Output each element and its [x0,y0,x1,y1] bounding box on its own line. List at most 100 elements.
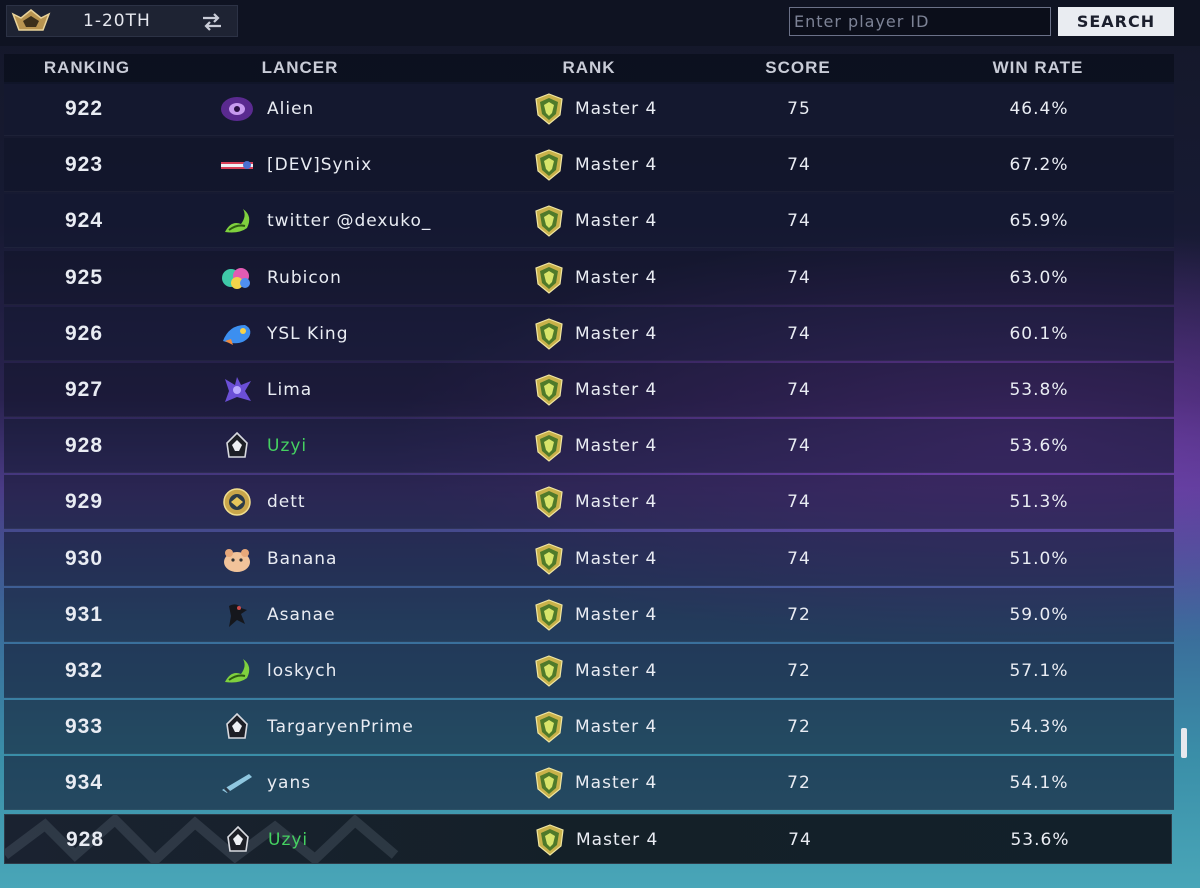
season-selector[interactable]: 1-20TH [6,5,238,37]
row-ranking: 923 [64,153,104,177]
self-player-name[interactable]: Uzyi [268,815,528,863]
flag-avatar [217,138,257,192]
master-rank-badge-icon [531,363,567,417]
row-ranking: 932 [64,658,104,682]
master-rank-badge-icon [531,588,567,642]
row-ranking: 928 [64,434,104,458]
row-player-name[interactable]: [DEV]Synix [267,138,527,192]
column-win-rate: WIN RATE [992,58,1084,77]
master-rank-badge-icon [532,815,568,863]
self-avatar [218,815,258,863]
row-player-name[interactable]: yans [267,756,527,810]
swap-icon[interactable] [201,12,223,32]
row-rank-tier: Master 4 [575,436,658,457]
table-row[interactable]: 933 TargaryenPrime Master 4 72 54.3% [4,700,1174,755]
table-row[interactable]: 928 Uzyi Master 4 74 53.6% [4,419,1174,474]
row-player-name[interactable]: Rubicon [267,251,527,305]
table-row[interactable]: 922 Alien Master 4 75 46.4% [4,82,1174,136]
row-player-name[interactable]: Asanae [267,588,527,642]
row-rank-tier: Master 4 [575,323,658,344]
table-row[interactable]: 926 YSL King Master 4 74 60.1% [4,306,1174,361]
master-rank-badge-icon [531,307,567,361]
hamster-avatar [217,532,257,586]
self-score: 74 [788,830,812,850]
row-player-name[interactable]: dett [267,475,527,529]
row-ranking: 926 [64,321,104,345]
colorful-creature-avatar [217,251,257,305]
self-win-rate: 53.6% [1010,830,1070,850]
table-header: RANKING LANCER RANK SCORE WIN RATE [4,54,1174,84]
scrollbar-thumb[interactable] [1181,728,1187,758]
master-rank-badge-icon [531,419,567,473]
table-row[interactable]: 932 loskych Master 4 72 57.1% [4,643,1174,698]
search-button[interactable]: SEARCH [1058,7,1174,36]
table-row[interactable]: 931 Asanae Master 4 72 59.0% [4,587,1174,642]
table-row[interactable]: 923 [DEV]Synix Master 4 74 67.2% [4,138,1174,193]
player-id-input[interactable] [789,7,1051,36]
row-score: 75 [787,99,811,119]
column-lancer: LANCER [261,58,339,77]
helmet-avatar [217,419,257,473]
row-player-name[interactable]: Alien [267,82,527,136]
row-player-name[interactable]: Banana [267,532,527,586]
master-rank-badge-icon [531,138,567,192]
row-player-name[interactable]: twitter @dexuko_ [267,194,527,248]
row-score: 72 [787,717,811,738]
row-ranking: 929 [64,490,104,514]
season-label: 1-20TH [83,11,151,31]
table-row[interactable]: 925 Rubicon Master 4 74 63.0% [4,250,1174,305]
row-win-rate: 63.0% [1009,267,1069,288]
row-ranking: 930 [64,546,104,570]
purple-orb-avatar [217,82,257,136]
green-dragon-avatar [217,644,257,698]
table-row[interactable]: 927 Lima Master 4 74 53.8% [4,362,1174,417]
row-score: 72 [787,604,811,625]
leaderboard-table: RANKING LANCER RANK SCORE WIN RATE 922 A… [4,54,1174,811]
row-ranking: 924 [64,209,104,233]
row-player-name[interactable]: YSL King [267,307,527,361]
table-row[interactable]: 930 Banana Master 4 74 51.0% [4,531,1174,586]
row-rank-tier: Master 4 [575,99,658,119]
gold-emblem-avatar [217,475,257,529]
row-ranking: 925 [64,265,104,289]
row-score: 72 [787,773,811,794]
row-win-rate: 53.8% [1009,379,1069,400]
row-ranking: 934 [64,771,104,795]
table-body: 922 Alien Master 4 75 46.4% 923 [DEV]Syn… [4,82,1174,812]
row-win-rate: 57.1% [1009,660,1069,681]
row-player-name[interactable]: loskych [267,644,527,698]
row-win-rate: 51.0% [1009,548,1069,569]
row-win-rate: 46.4% [1009,99,1069,119]
row-score: 74 [787,436,811,457]
table-row[interactable]: 934 yans Master 4 72 54.1% [4,756,1174,811]
master-rank-badge-icon [531,532,567,586]
self-ranking: 928 [65,828,105,851]
row-rank-tier: Master 4 [575,267,658,288]
row-rank-tier: Master 4 [575,155,658,176]
master-rank-badge-icon [531,644,567,698]
row-win-rate: 51.3% [1009,492,1069,513]
self-rank-row[interactable]: 928 Uzyi Master 4 74 53.6% [4,814,1172,864]
row-win-rate: 65.9% [1009,211,1069,232]
row-score: 74 [787,379,811,400]
self-rank-tier: Master 4 [576,830,659,850]
blade-avatar [217,756,257,810]
row-score: 74 [787,155,811,176]
table-row[interactable]: 929 dett Master 4 74 51.3% [4,475,1174,530]
helmet-avatar [217,700,257,754]
row-win-rate: 67.2% [1009,155,1069,176]
row-ranking: 922 [64,97,104,120]
row-rank-tier: Master 4 [575,492,658,513]
row-rank-tier: Master 4 [575,773,658,794]
row-player-name[interactable]: Uzyi [267,419,527,473]
blue-bird-avatar [217,307,257,361]
master-rank-badge-icon [531,475,567,529]
column-rank: RANK [562,58,616,77]
purple-sprite-avatar [217,363,257,417]
row-rank-tier: Master 4 [575,548,658,569]
row-rank-tier: Master 4 [575,604,658,625]
row-score: 72 [787,660,811,681]
row-player-name[interactable]: TargaryenPrime [267,700,527,754]
table-row[interactable]: 924 twitter @dexuko_ Master 4 74 65.9% [4,194,1174,249]
row-player-name[interactable]: Lima [267,363,527,417]
